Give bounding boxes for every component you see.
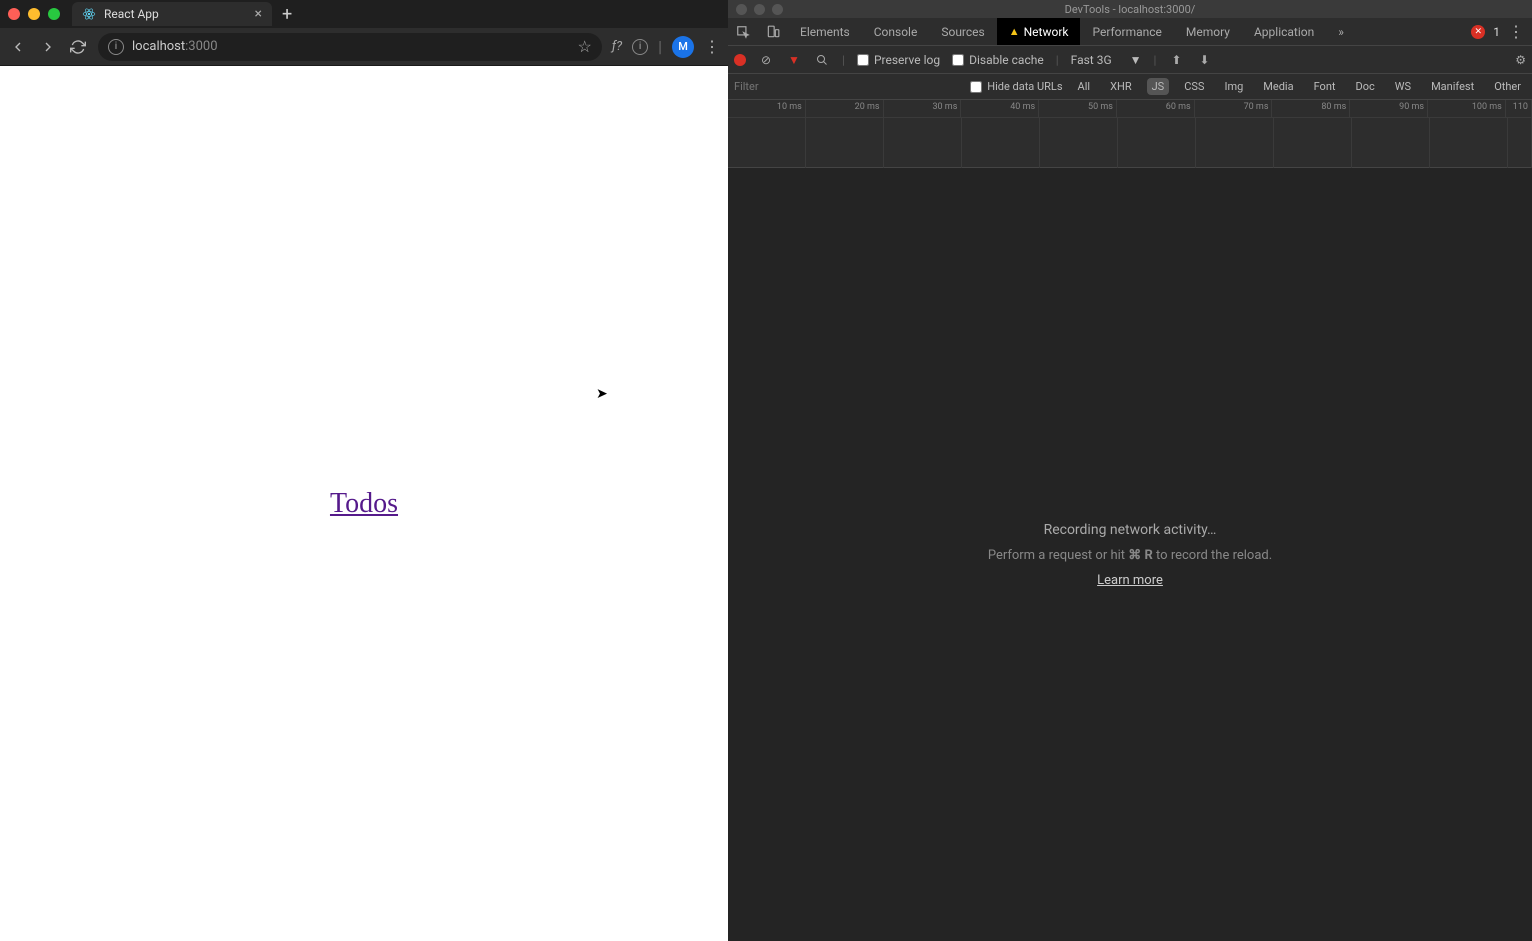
filter-toggle-icon[interactable]: ▼	[786, 52, 802, 68]
filter-type-all[interactable]: All	[1073, 78, 1096, 95]
tab-more[interactable]: »	[1326, 18, 1356, 45]
minimize-window-icon[interactable]	[28, 8, 40, 20]
error-badge-icon[interactable]: ✕	[1471, 25, 1485, 39]
preserve-log-checkbox[interactable]: Preserve log	[857, 53, 940, 67]
filter-type-js[interactable]: JS	[1147, 78, 1170, 95]
record-button[interactable]	[734, 54, 746, 66]
ruler-tick: 40 ms	[961, 100, 1039, 117]
ruler-tick: 50 ms	[1039, 100, 1117, 117]
url-text: localhost:3000	[132, 39, 218, 54]
network-toolbar: ⊘ ▼ | Preserve log Disable cache | Fast …	[728, 46, 1532, 74]
error-count: 1	[1493, 25, 1500, 39]
info-icon[interactable]: i	[632, 39, 648, 55]
devtools-tabs: Elements Console Sources ▲Network Perfor…	[728, 18, 1532, 46]
tab-elements[interactable]: Elements	[788, 18, 862, 45]
search-icon[interactable]	[814, 52, 830, 68]
todos-link[interactable]: Todos	[330, 488, 398, 520]
timeline-ruler: 10 ms 20 ms 30 ms 40 ms 50 ms 60 ms 70 m…	[728, 100, 1532, 118]
filter-type-media[interactable]: Media	[1258, 78, 1298, 95]
tab-application[interactable]: Application	[1242, 18, 1326, 45]
download-har-icon[interactable]: ⬇	[1196, 52, 1212, 68]
url-bar[interactable]: i localhost:3000 ☆	[98, 33, 602, 61]
tab-bar: React App × +	[0, 0, 728, 28]
profile-badge[interactable]: M	[672, 36, 694, 58]
network-empty-state: Recording network activity… Perform a re…	[728, 168, 1532, 941]
timeline-body	[728, 118, 1532, 168]
devtools-close-icon[interactable]	[736, 4, 747, 15]
ruler-tick: 30 ms	[884, 100, 962, 117]
filter-input[interactable]	[734, 80, 874, 93]
throttle-select[interactable]: Fast 3G▼	[1071, 53, 1142, 67]
devtools-title: DevTools - localhost:3000/	[1065, 3, 1196, 16]
page-content: Todos ➤	[0, 66, 728, 941]
filter-type-doc[interactable]: Doc	[1351, 78, 1380, 95]
back-button[interactable]	[8, 37, 28, 57]
network-timeline[interactable]: 10 ms 20 ms 30 ms 40 ms 50 ms 60 ms 70 m…	[728, 100, 1532, 168]
empty-state-subtitle: Perform a request or hit ⌘ R to record t…	[988, 548, 1272, 563]
filter-type-other[interactable]: Other	[1489, 78, 1526, 95]
close-tab-icon[interactable]: ×	[255, 6, 262, 22]
maximize-window-icon[interactable]	[48, 8, 60, 20]
traffic-lights	[8, 8, 60, 20]
ruler-tick: 70 ms	[1195, 100, 1273, 117]
warning-icon: ▲	[1009, 25, 1020, 38]
network-settings-icon[interactable]: ⚙	[1515, 53, 1526, 67]
devtools-maximize-icon[interactable]	[772, 4, 783, 15]
filter-type-manifest[interactable]: Manifest	[1426, 78, 1479, 95]
disable-cache-checkbox[interactable]: Disable cache	[952, 53, 1044, 67]
site-info-icon[interactable]: i	[108, 39, 124, 55]
tab-network[interactable]: ▲Network	[997, 18, 1081, 45]
extension-icon[interactable]: ƒ?	[612, 39, 622, 54]
upload-har-icon[interactable]: ⬆	[1168, 52, 1184, 68]
ruler-tick: 80 ms	[1272, 100, 1350, 117]
clear-icon[interactable]: ⊘	[758, 52, 774, 68]
device-toolbar-icon[interactable]	[758, 18, 788, 46]
filter-type-css[interactable]: CSS	[1179, 78, 1209, 95]
react-favicon-icon	[82, 7, 96, 21]
new-tab-button[interactable]: +	[282, 4, 292, 25]
browser-window: React App × + i localhost:3000 ☆ ƒ? i | …	[0, 0, 728, 941]
learn-more-link[interactable]: Learn more	[1097, 573, 1163, 588]
mouse-cursor-icon: ➤	[596, 386, 608, 402]
browser-chrome: React App × + i localhost:3000 ☆ ƒ? i | …	[0, 0, 728, 66]
reload-button[interactable]	[68, 37, 88, 57]
filter-bar: Hide data URLs All XHR JS CSS Img Media …	[728, 74, 1532, 100]
browser-tab[interactable]: React App ×	[72, 2, 272, 26]
ruler-tick: 100 ms	[1428, 100, 1506, 117]
ruler-tick: 90 ms	[1350, 100, 1428, 117]
bookmark-star-icon[interactable]: ☆	[577, 37, 591, 56]
tab-performance[interactable]: Performance	[1080, 18, 1173, 45]
devtools-titlebar: DevTools - localhost:3000/	[728, 0, 1532, 18]
hide-data-urls-checkbox[interactable]: Hide data URLs	[970, 80, 1062, 93]
devtools-minimize-icon[interactable]	[754, 4, 765, 15]
filter-type-font[interactable]: Font	[1309, 78, 1341, 95]
ruler-tick: 110	[1506, 100, 1532, 117]
tab-console[interactable]: Console	[862, 18, 930, 45]
filter-type-img[interactable]: Img	[1219, 78, 1248, 95]
tab-sources[interactable]: Sources	[929, 18, 996, 45]
nav-bar: i localhost:3000 ☆ ƒ? i | M ⋮	[0, 28, 728, 66]
tab-memory[interactable]: Memory	[1174, 18, 1242, 45]
browser-menu-icon[interactable]: ⋮	[704, 37, 720, 56]
tab-title: React App	[104, 7, 159, 21]
close-window-icon[interactable]	[8, 8, 20, 20]
devtools-traffic-lights	[736, 4, 783, 15]
empty-state-title: Recording network activity…	[1044, 522, 1217, 538]
ruler-tick: 10 ms	[728, 100, 806, 117]
ruler-tick: 20 ms	[806, 100, 884, 117]
devtools-menu-icon[interactable]: ⋮	[1508, 22, 1524, 41]
devtools-window: DevTools - localhost:3000/ Elements Cons…	[728, 0, 1532, 941]
filter-type-ws[interactable]: WS	[1390, 78, 1416, 95]
forward-button[interactable]	[38, 37, 58, 57]
ruler-tick: 60 ms	[1117, 100, 1195, 117]
inspect-element-icon[interactable]	[728, 18, 758, 46]
filter-type-xhr[interactable]: XHR	[1105, 78, 1137, 95]
